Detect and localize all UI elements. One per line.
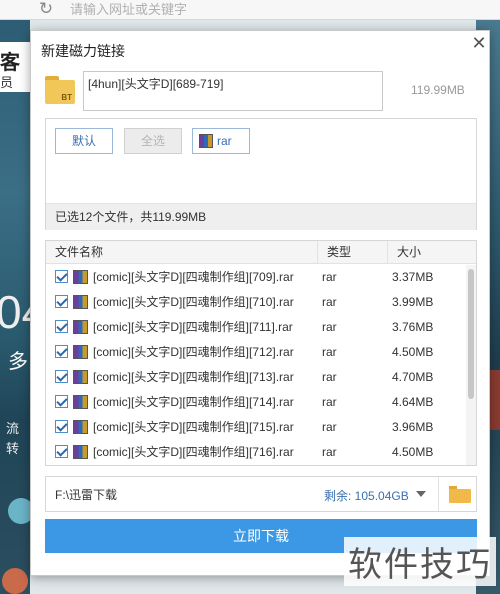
file-checkbox[interactable] [55,370,68,383]
watermark-text: 软件技巧 [344,537,496,586]
file-type: rar [322,345,337,359]
rar-file-icon [73,270,88,284]
rar-file-icon [73,395,88,409]
table-row[interactable]: [comic][头文字D][四魂制作组][714].rar rar 4.64MB [46,390,466,415]
table-row[interactable]: [comic][头文字D][四魂制作组][712].rar rar 4.50MB [46,340,466,365]
file-type: rar [322,420,337,434]
background-text: 流 [6,421,20,436]
file-list-table: 文件名称 类型 大小 [comic][头文字D][四魂制作组][709].rar… [45,240,477,466]
free-space-label: 剩余: 105.04GB [324,489,409,503]
file-name: [comic][头文字D][四魂制作组][715].rar [93,420,294,434]
file-type: rar [322,395,337,409]
save-location-bar: F:\迅雷下载 剩余: 105.04GB [45,476,477,512]
rar-filter-label: rar [217,134,232,148]
file-name: [comic][头文字D][四魂制作组][710].rar [93,295,294,309]
file-checkbox[interactable] [55,420,68,433]
chevron-down-icon[interactable] [416,491,426,497]
table-row[interactable]: [comic][头文字D][四魂制作组][709].rar rar 3.37MB [46,265,466,290]
file-checkbox[interactable] [55,320,68,333]
table-row[interactable]: [comic][头文字D][四魂制作组][711].rar rar 3.76MB [46,315,466,340]
default-select-button[interactable]: 默认 [55,128,113,154]
file-name: [comic][头文字D][四魂制作组][716].rar [93,445,294,459]
file-size: 3.96MB [392,420,434,434]
file-type: rar [322,445,337,459]
file-type: rar [322,320,337,334]
scrollbar-thumb[interactable] [468,269,474,399]
folder-icon [449,489,471,503]
column-header-size[interactable]: 大小 [388,241,458,264]
new-magnet-link-dialog: 新建磁力链接 ✕ BT 119.99MB 默认 全选 rar 已选12个文件，共… [30,30,490,576]
rar-file-icon [73,295,88,309]
total-size-label: 119.99MB [411,83,465,97]
browse-folder-button[interactable] [438,477,476,511]
browser-toolbar: ↻ [0,0,500,20]
task-name-field[interactable] [83,71,383,111]
bt-label: BT [61,93,72,102]
file-name: [comic][头文字D][四魂制作组][712].rar [93,345,294,359]
file-filter-panel: 默认 全选 rar 已选12个文件，共119.99MB [45,118,477,230]
file-type: rar [322,295,337,309]
background-text: 04 [0,286,30,338]
table-row[interactable]: [comic][头文字D][四魂制作组][716].rar rar 4.50MB [46,440,466,465]
file-size: 3.99MB [392,295,434,309]
background-text: 客 [0,50,20,74]
table-scrollbar[interactable] [466,265,476,465]
dialog-title: 新建磁力链接 [41,43,125,59]
table-row[interactable]: [comic][头文字D][四魂制作组][710].rar rar 3.99MB [46,290,466,315]
background-text: 多 [8,351,28,373]
file-type: rar [322,270,337,284]
file-checkbox[interactable] [55,395,68,408]
file-name: [comic][头文字D][四魂制作组][714].rar [93,395,294,409]
rar-file-icon [73,445,88,459]
table-row[interactable]: [comic][头文字D][四魂制作组][715].rar rar 3.96MB [46,415,466,440]
file-size: 3.76MB [392,320,434,334]
file-checkbox[interactable] [55,295,68,308]
background-decoration [2,568,28,594]
file-checkbox[interactable] [55,270,68,283]
close-icon[interactable]: ✕ [471,34,487,52]
table-body: [comic][头文字D][四魂制作组][709].rar rar 3.37MB… [46,265,466,465]
file-name: [comic][头文字D][四魂制作组][713].rar [93,370,294,384]
rar-file-icon [73,345,88,359]
file-size: 4.50MB [392,445,434,459]
background-text: 员 [0,75,14,90]
table-row[interactable]: [comic][头文字D][四魂制作组][713].rar rar 4.70MB [46,365,466,390]
background-page-left: 客 员 04 多 流 转 [0,20,30,594]
rar-file-icon [199,134,213,148]
rar-file-icon [73,320,88,334]
rar-file-icon [73,420,88,434]
file-type: rar [322,370,337,384]
column-header-type[interactable]: 类型 [318,241,388,264]
rar-filter-button[interactable]: rar [192,128,250,154]
table-header: 文件名称 类型 大小 [46,241,476,264]
select-all-button[interactable]: 全选 [124,128,182,154]
bt-folder-icon: BT [45,76,75,104]
address-bar-input[interactable] [70,0,370,18]
background-text: 转 [6,441,20,456]
file-size: 3.37MB [392,270,434,284]
file-size: 4.50MB [392,345,434,359]
file-size: 4.70MB [392,370,434,384]
file-checkbox[interactable] [55,345,68,358]
file-name: [comic][头文字D][四魂制作组][711].rar [93,320,293,334]
rar-file-icon [73,370,88,384]
file-size: 4.64MB [392,395,434,409]
background-decoration [8,498,30,524]
column-header-name[interactable]: 文件名称 [46,241,318,264]
selection-summary: 已选12个文件，共119.99MB [46,203,476,230]
file-checkbox[interactable] [55,445,68,458]
save-path-field[interactable]: F:\迅雷下载 [55,486,117,503]
file-name: [comic][头文字D][四魂制作组][709].rar [93,270,294,284]
refresh-icon[interactable]: ↻ [36,0,56,20]
